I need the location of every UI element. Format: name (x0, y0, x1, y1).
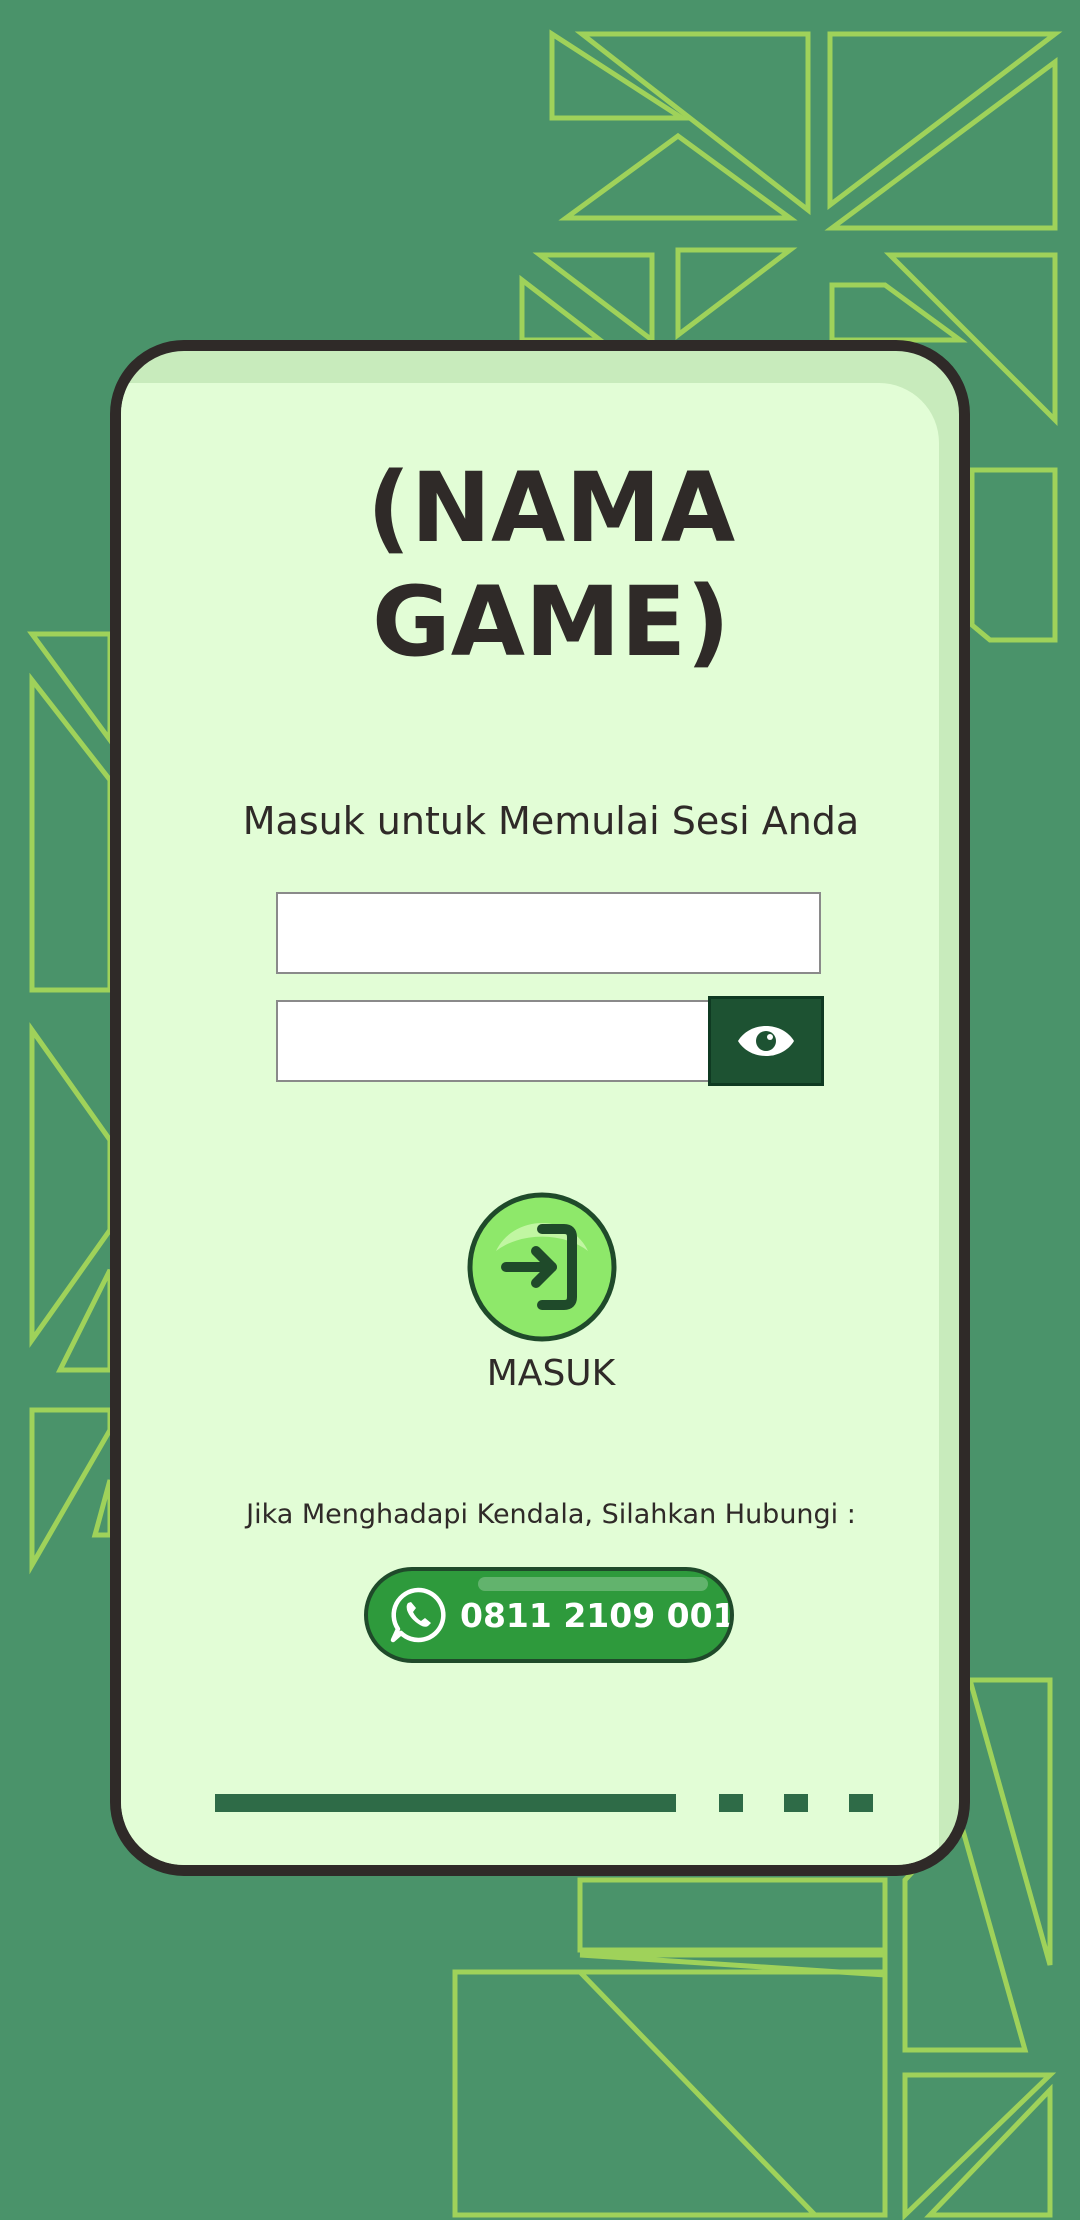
username-input[interactable] (276, 892, 821, 974)
progress-dot (719, 1794, 743, 1812)
login-label: MASUK (486, 1353, 616, 1394)
game-title: (NAMA GAME) (121, 451, 959, 679)
login-button[interactable] (466, 1191, 618, 1343)
progress-bar (215, 1794, 676, 1812)
game-title-line1: (NAMA (366, 452, 736, 564)
toggle-password-button[interactable] (708, 996, 824, 1086)
eye-icon (738, 1026, 794, 1056)
password-input[interactable] (276, 1000, 711, 1082)
button-shine (478, 1577, 708, 1591)
login-subtitle: Masuk untuk Memulai Sesi Anda (242, 799, 860, 843)
login-card: (NAMA GAME) Masuk untuk Memulai Sesi And… (110, 340, 970, 1876)
progress-dot (784, 1794, 808, 1812)
progress-dot (849, 1794, 873, 1812)
whatsapp-contact-button[interactable]: 0811 2109 001 (364, 1567, 734, 1663)
game-title-line2: GAME) (371, 566, 731, 678)
whatsapp-icon (390, 1587, 446, 1643)
help-text: Jika Menghadapi Kendala, Silahkan Hubung… (246, 1499, 856, 1530)
whatsapp-number: 0811 2109 001 (460, 1595, 734, 1635)
